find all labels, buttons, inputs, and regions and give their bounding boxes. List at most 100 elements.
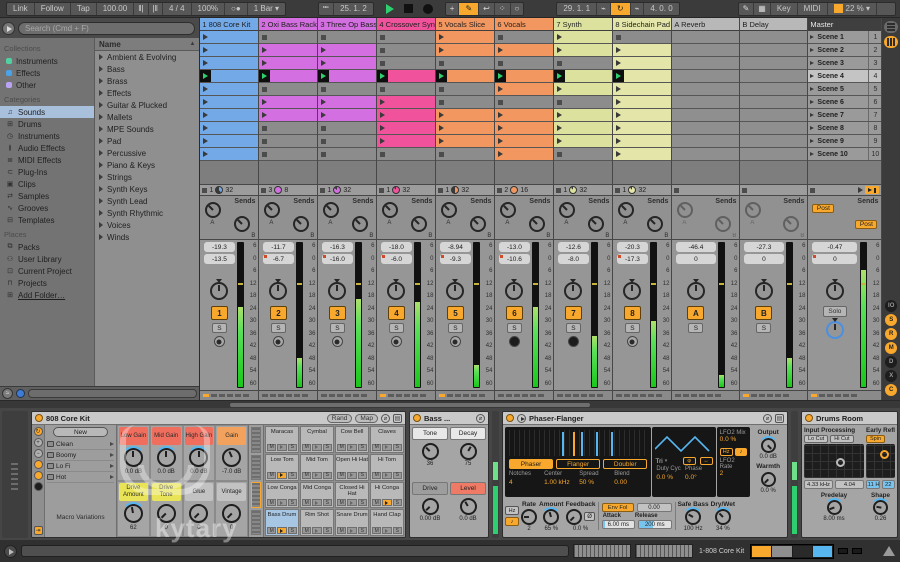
clip-slot[interactable] (377, 135, 436, 148)
pad-solo-button[interactable]: S (392, 443, 402, 451)
solo-button[interactable]: S (624, 323, 640, 333)
clip-slot[interactable] (259, 83, 318, 96)
bass-param-name[interactable]: Decay (450, 427, 486, 440)
pad-play-button[interactable] (347, 471, 357, 479)
send-b-knob[interactable] (293, 216, 310, 232)
clip-slot[interactable] (200, 96, 259, 109)
expand-arrow-icon[interactable] (99, 90, 103, 96)
send-a-knob[interactable] (382, 202, 399, 218)
scene-launch-icon[interactable] (808, 31, 817, 43)
clip-slot[interactable] (377, 148, 436, 161)
metronome-button[interactable]: ○● (225, 2, 248, 15)
expand-arrow-icon[interactable] (99, 222, 103, 228)
automation-arm-button[interactable]: ✎ (459, 2, 480, 15)
mixer-section-toggle[interactable]: R (885, 328, 898, 340)
add-variation-icon[interactable]: + (33, 438, 43, 447)
category-item[interactable]: ∿ Grooves (0, 202, 94, 214)
macro-variation-row[interactable]: Boomy (47, 450, 114, 461)
clip-slot[interactable] (613, 135, 672, 148)
groove-menu[interactable]: 1 Bar ▾ (248, 3, 285, 15)
solo-button[interactable]: S (688, 323, 704, 333)
midi-map-button[interactable]: MIDI (798, 2, 828, 15)
pad-play-button[interactable] (312, 499, 322, 507)
browser-list-item[interactable]: Piano & Keys (95, 159, 199, 171)
scene-slot[interactable]: Scene 8 8 (808, 122, 882, 135)
crossfade-assign[interactable] (613, 390, 672, 400)
clip-slot[interactable] (318, 96, 377, 109)
scene-slot[interactable]: Scene 1 1 (808, 31, 882, 44)
hi-cut-button[interactable]: Hi Cut (830, 435, 854, 443)
collection-item[interactable]: Effects (0, 67, 94, 79)
pad-solo-button[interactable]: S (322, 499, 332, 507)
pad-solo-button[interactable]: S (392, 527, 402, 534)
predelay-knob[interactable] (824, 498, 844, 515)
clip-slot[interactable] (318, 83, 377, 96)
pad-mute-button[interactable]: M (302, 443, 312, 451)
env-amount-field[interactable]: 0.00 (636, 503, 672, 512)
clip-slot[interactable] (495, 135, 554, 148)
device-on-button[interactable] (805, 414, 813, 422)
bass-param-name[interactable]: Tone (412, 427, 448, 440)
record-button[interactable] (422, 3, 433, 14)
quantize-menu[interactable]: 100% (192, 2, 226, 15)
variation-store-icon[interactable] (47, 441, 54, 447)
phaser-param[interactable]: Blend 0.00 (614, 471, 647, 486)
volume-field[interactable]: -17.3 (616, 254, 649, 264)
cue-volume-knob[interactable] (825, 321, 844, 339)
expand-arrow-icon[interactable] (99, 114, 103, 120)
phase-param[interactable]: Phase 0.0° (685, 466, 712, 481)
scene-slot[interactable]: Scene 6 6 (808, 96, 882, 109)
arm-record-button[interactable] (390, 336, 402, 347)
clip-slot[interactable] (318, 109, 377, 122)
hot-swap-icon[interactable]: ⌀ (763, 413, 772, 423)
clip-slot[interactable] (377, 83, 436, 96)
clip-slot[interactable] (554, 44, 613, 57)
pad-mute-button[interactable]: M (267, 471, 277, 479)
scene-launch-icon[interactable] (808, 70, 817, 82)
send-b-knob[interactable] (588, 216, 605, 232)
device-on-button[interactable] (506, 414, 514, 422)
pad-view-toggle[interactable] (33, 471, 43, 480)
variation-store-icon[interactable] (47, 452, 54, 458)
preview-wave-icon[interactable]: ≈ (2, 388, 13, 399)
pad-play-button[interactable] (312, 471, 322, 479)
clip-slot[interactable] (613, 70, 672, 83)
warmth-knob[interactable] (760, 472, 776, 487)
clip-slot[interactable] (436, 135, 495, 148)
drum-pad[interactable]: Bass Drum M S (265, 509, 299, 536)
crossfade-assign[interactable] (259, 390, 318, 400)
volume-field[interactable]: -8.0 (557, 254, 590, 264)
send-b-knob[interactable] (647, 216, 664, 232)
track-activator-button[interactable]: 1 (210, 306, 228, 320)
link-button[interactable]: Link (7, 2, 35, 15)
tap-tempo-button[interactable]: Tap (71, 2, 97, 15)
show-hide-device-view-icon[interactable] (882, 545, 896, 557)
track-activator-button[interactable]: 6 (505, 306, 523, 320)
pan-knob[interactable] (387, 282, 406, 300)
pad-mute-button[interactable]: M (267, 499, 277, 507)
send-a-knob[interactable] (323, 202, 340, 218)
macro-knob[interactable] (121, 446, 145, 467)
scene-play-icon[interactable] (858, 187, 864, 193)
track-header[interactable]: 3 Three Op Bass (318, 18, 377, 31)
clip-slot[interactable] (318, 70, 377, 83)
phaser-param[interactable]: Center 1.00 kHz (544, 471, 577, 486)
pad-mute-button[interactable]: M (372, 527, 382, 534)
amount-knob[interactable] (541, 506, 562, 525)
volume-field[interactable]: -10.6 (498, 254, 531, 264)
device-on-button[interactable] (35, 414, 43, 422)
pad-solo-button[interactable]: S (357, 443, 367, 451)
clip-slot[interactable] (554, 31, 613, 44)
clip-slot[interactable] (436, 83, 495, 96)
return-track-header[interactable]: B Delay (740, 18, 808, 31)
help-play-icon[interactable] (4, 544, 17, 558)
hot-swap-icon[interactable]: ⌀ (381, 413, 390, 423)
arm-record-button[interactable] (272, 336, 284, 347)
browser-list-item[interactable]: Pad (95, 135, 199, 147)
release-field[interactable]: 200 ms (638, 520, 672, 529)
pad-solo-button[interactable]: S (357, 527, 367, 534)
clip-slot[interactable] (436, 31, 495, 44)
expand-arrow-icon[interactable] (99, 66, 103, 72)
clip-slot[interactable] (554, 57, 613, 70)
solo-button[interactable]: S (756, 323, 772, 333)
